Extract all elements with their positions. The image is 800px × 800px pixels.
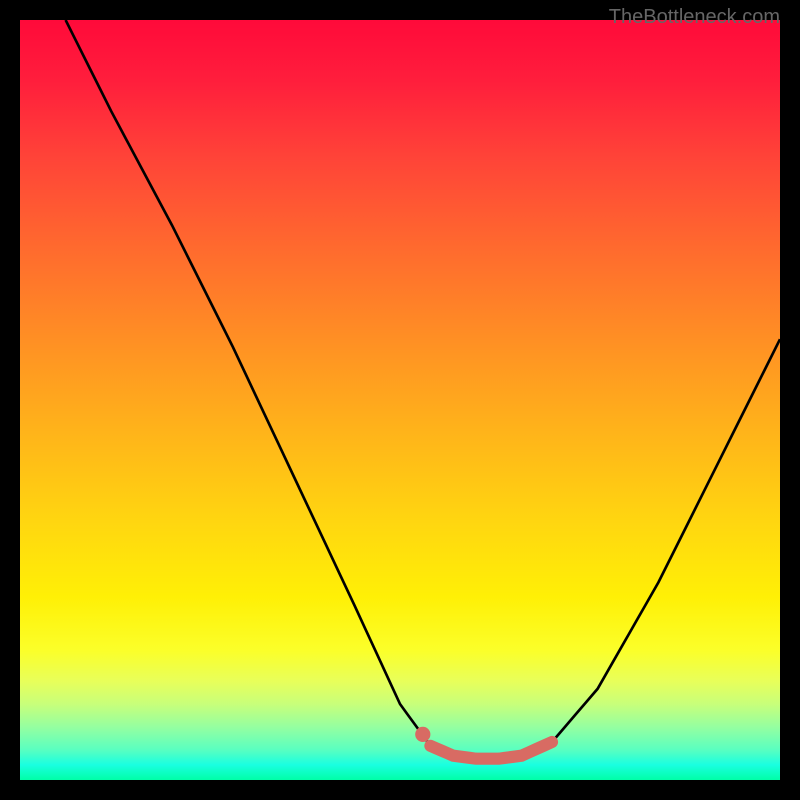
bottom-highlight <box>430 742 552 759</box>
plot-area <box>20 20 780 780</box>
marker-dot <box>415 727 430 742</box>
chart-stage: TheBottleneck.com <box>0 0 800 800</box>
main-curve <box>66 20 780 759</box>
curve-layer <box>20 20 780 780</box>
attribution-text: TheBottleneck.com <box>609 6 780 29</box>
